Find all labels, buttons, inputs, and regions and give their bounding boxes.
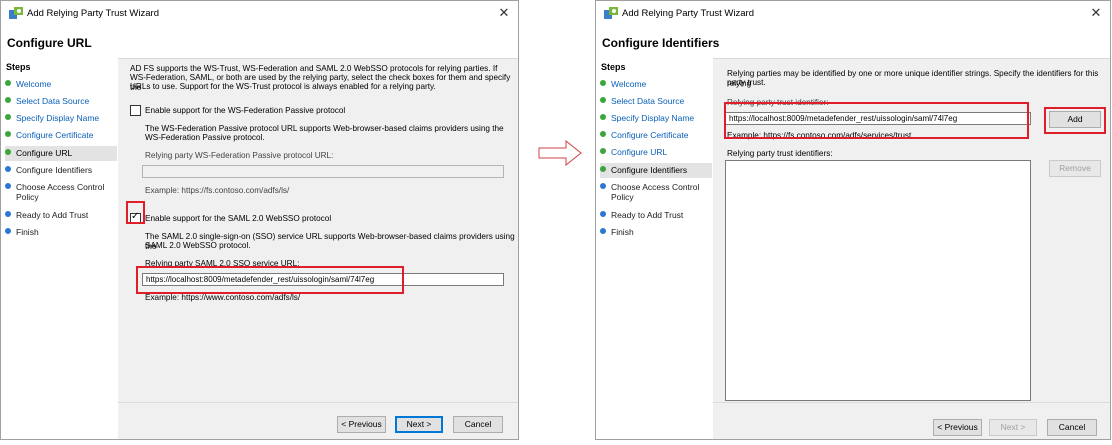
step-done-icon [600,80,606,86]
previous-button[interactable]: < Previous [337,416,386,433]
step-done-icon [5,80,11,86]
step-done-icon [5,97,11,103]
next-button[interactable]: Next > [989,419,1037,436]
step-done-icon [5,131,11,137]
step-pending-icon [600,183,606,189]
cancel-button[interactable]: Cancel [1047,419,1097,436]
wsfed-checkbox[interactable] [130,105,141,116]
page-title: Configure Identifiers [602,36,720,50]
step-done-icon [600,114,606,120]
page-header: Configure URL [1,27,518,59]
step-finish[interactable]: Finish [5,227,117,237]
step-done-icon [600,148,606,154]
close-icon[interactable]: ✕ [496,5,512,21]
next-button[interactable]: Next > [395,416,443,433]
wsfed-url-input[interactable] [142,165,504,178]
step-pending-icon [5,183,11,189]
step-pending-icon [5,228,11,234]
step-select-data-source[interactable]: Select Data Source [5,96,117,106]
footer-divider [118,402,518,403]
wsfed-example: Example: https://fs.contoso.com/adfs/ls/ [145,186,290,195]
intro-text-line1: Relying parties may be identified by one… [727,69,1099,88]
wizard-window-configure-url: Add Relying Party Trust Wizard ✕ Configu… [0,0,519,440]
step-configure-certificate[interactable]: Configure Certificate [600,130,712,140]
wsfed-checkbox-label[interactable]: Enable support for the WS-Federation Pas… [145,106,345,116]
step-configure-identifiers[interactable]: Configure Identifiers [5,165,117,175]
cancel-button[interactable]: Cancel [453,416,503,433]
highlight-add-button [1044,107,1106,134]
step-ready-to-add-trust[interactable]: Ready to Add Trust [5,210,117,220]
window-title: Add Relying Party Trust Wizard [27,8,159,19]
step-finish[interactable]: Finish [600,227,712,237]
content-panel: Relying parties may be identified by one… [713,58,1110,403]
previous-button[interactable]: < Previous [933,419,982,436]
saml-description-line2: SAML 2.0 WebSSO protocol. [145,241,251,250]
title-bar[interactable]: Add Relying Party Trust Wizard ✕ [1,1,518,27]
right-arrow-icon [538,140,582,166]
steps-title: Steps [601,62,626,72]
saml-checkbox-label[interactable]: Enable support for the SAML 2.0 WebSSO p… [145,214,331,224]
window-title: Add Relying Party Trust Wizard [622,8,754,19]
adfs-wizard-icon [604,7,618,19]
saml-example: Example: https://www.contoso.com/adfs/ls… [145,293,301,302]
intro-text-line3: URLs to use. Support for the WS-Trust pr… [130,82,436,91]
step-configure-certificate[interactable]: Configure Certificate [5,130,117,140]
wsfed-url-label: Relying party WS-Federation Passive prot… [145,151,334,160]
remove-button[interactable]: Remove [1049,160,1101,177]
steps-title: Steps [6,62,31,72]
page-header: Configure Identifiers [596,27,1110,59]
step-specify-display-name[interactable]: Specify Display Name [600,113,712,123]
adfs-wizard-icon [9,7,23,19]
step-select-data-source[interactable]: Select Data Source [600,96,712,106]
step-current-icon [600,166,606,172]
step-configure-identifiers[interactable]: Configure Identifiers [600,163,712,178]
step-welcome[interactable]: Welcome [5,79,117,89]
step-done-icon [600,131,606,137]
close-icon[interactable]: ✕ [1088,5,1104,21]
step-done-icon [600,97,606,103]
highlight-saml-checkbox [126,201,145,224]
steps-pane: Steps Welcome Select Data Source Specify… [596,58,713,439]
wsfed-description-line2: WS-Federation Passive protocol. [145,133,265,142]
title-bar[interactable]: Add Relying Party Trust Wizard ✕ [596,1,1110,27]
identifiers-listbox[interactable] [725,160,1031,401]
steps-pane: Steps Welcome Select Data Source Specify… [1,58,118,439]
step-configure-url[interactable]: Configure URL [5,146,117,161]
page-title: Configure URL [7,36,92,50]
step-current-icon [5,149,11,155]
step-choose-access-control-policy[interactable]: Choose Access Control Policy [600,182,712,202]
intro-text-line2: party trust. [727,78,766,87]
content-panel: AD FS supports the WS-Trust, WS-Federati… [118,58,518,403]
identifiers-list-label: Relying party trust identifiers: [727,149,833,158]
footer-divider [713,402,1110,403]
step-configure-url[interactable]: Configure URL [600,147,712,157]
step-pending-icon [600,228,606,234]
step-done-icon [5,114,11,120]
step-pending-icon [5,211,11,217]
step-ready-to-add-trust[interactable]: Ready to Add Trust [600,210,712,220]
highlight-saml-url [136,266,404,294]
highlight-identifier-input [724,102,1029,139]
step-pending-icon [600,211,606,217]
wizard-window-configure-identifiers: Add Relying Party Trust Wizard ✕ Configu… [595,0,1111,440]
step-specify-display-name[interactable]: Specify Display Name [5,113,117,123]
step-pending-icon [5,166,11,172]
step-choose-access-control-policy[interactable]: Choose Access Control Policy [5,182,117,202]
step-welcome[interactable]: Welcome [600,79,712,89]
